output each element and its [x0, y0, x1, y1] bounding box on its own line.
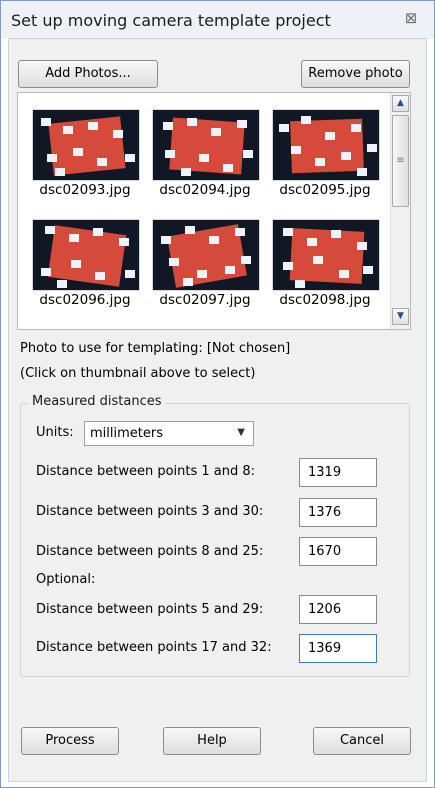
photo-thumbnail[interactable]: dsc02097.jpg	[152, 219, 260, 308]
template-photo-hint: (Click on thumbnail above to select)	[20, 366, 256, 381]
optional-label: Optional:	[36, 572, 96, 587]
distance-field[interactable]: 1670	[299, 537, 377, 566]
photo-image	[152, 109, 260, 181]
thumbnail-caption: dsc02097.jpg	[159, 292, 251, 308]
photo-thumbnail[interactable]: dsc02098.jpg	[272, 219, 380, 308]
remove-photo-button[interactable]: Remove photo	[301, 60, 410, 88]
distance-label: Distance between points 1 and 8:	[36, 464, 256, 479]
distance-label: Distance between points 3 and 30:	[36, 504, 264, 519]
add-photos-button[interactable]: Add Photos...	[18, 60, 158, 88]
distance-field[interactable]: 1376	[299, 498, 377, 527]
distance-label: Distance between points 8 and 25:	[36, 544, 264, 559]
process-button[interactable]: Process	[21, 727, 119, 755]
scroll-down-arrow-icon[interactable]: ▼	[392, 308, 409, 325]
photo-thumbnail[interactable]: dsc02093.jpg	[32, 109, 140, 198]
help-button[interactable]: Help	[163, 727, 261, 755]
photo-thumbnail[interactable]: dsc02095.jpg	[272, 109, 380, 198]
photo-thumbnail[interactable]: dsc02096.jpg	[32, 219, 140, 308]
window-title: Set up moving camera template project	[11, 11, 331, 30]
close-icon[interactable]: ⊠	[402, 9, 420, 27]
measured-distances-legend: Measured distances	[28, 394, 166, 409]
thumbnail-caption: dsc02095.jpg	[279, 182, 371, 198]
photo-image	[272, 219, 380, 291]
scroll-up-arrow-icon[interactable]: ▲	[392, 95, 409, 112]
distance-label: Distance between points 17 and 32:	[36, 640, 272, 655]
scrollbar-thumb[interactable]: ≡	[392, 115, 409, 207]
photo-thumbnail[interactable]: dsc02094.jpg	[152, 109, 260, 198]
distance-label: Distance between points 5 and 29:	[36, 602, 264, 617]
cancel-button[interactable]: Cancel	[313, 727, 411, 755]
photo-image	[272, 109, 380, 181]
photo-gallery: dsc02093.jpg dsc02094.jpg dsc02095.jpg d…	[17, 92, 411, 330]
photo-image	[152, 219, 260, 291]
photo-image	[32, 109, 140, 181]
thumbnail-caption: dsc02094.jpg	[159, 182, 251, 198]
title-bar: Set up moving camera template project ⊠	[1, 1, 434, 39]
template-photo-label: Photo to use for templating: [Not chosen…	[20, 341, 291, 356]
distance-field[interactable]: 1206	[299, 595, 377, 624]
units-selected-value: millimeters	[90, 426, 163, 441]
units-dropdown[interactable]: millimeters ▼	[84, 421, 254, 446]
thumbnail-caption: dsc02096.jpg	[39, 292, 131, 308]
units-label: Units:	[36, 425, 74, 440]
distance-field[interactable]: 1319	[299, 458, 377, 487]
thumbnail-caption: dsc02098.jpg	[279, 292, 371, 308]
gallery-scrollbar[interactable]: ▲ ≡ ▼	[390, 93, 410, 329]
thumbnail-caption: dsc02093.jpg	[39, 182, 131, 198]
chevron-down-icon: ▼	[237, 427, 245, 438]
distance-field[interactable]: 1369	[299, 634, 377, 663]
photo-image	[32, 219, 140, 291]
